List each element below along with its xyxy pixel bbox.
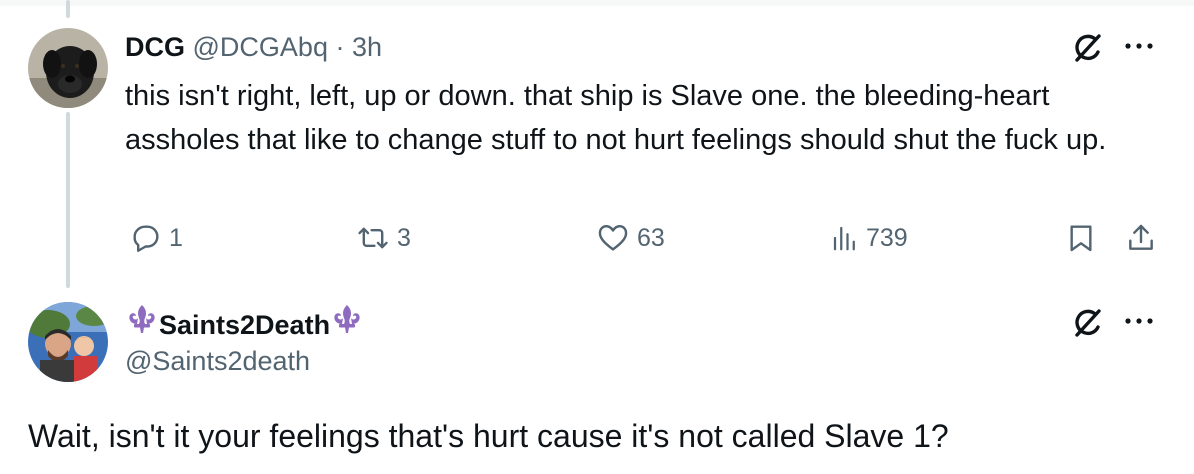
bookmark-button[interactable] [1065,216,1097,260]
repost-count: 3 [397,223,411,252]
avatar[interactable] [28,302,108,382]
tweet-text: this isn't right, left, up or down. that… [125,80,1107,156]
display-name[interactable]: Saints2Death [159,305,330,345]
fleur-de-lis-icon [330,302,364,347]
grok-icon[interactable] [1070,30,1106,71]
user-handle[interactable]: @DCGAbq [193,32,328,62]
like-button[interactable]: 63 [595,216,665,260]
user-handle[interactable]: @Saints2death [125,342,310,380]
views-icon [833,226,855,251]
fleur-de-lis-icon [125,302,159,347]
tweet-text: Wait, isn't it your feelings that's hurt… [28,418,949,454]
tweet-header: DCG @DCGAbq · 3h [125,30,382,64]
grok-icon[interactable] [1070,305,1106,346]
thread-line-top [66,0,70,18]
reply-count: 1 [169,223,183,252]
thread-line [66,112,70,288]
top-divider [0,0,1194,6]
more-options-icon[interactable] [1122,311,1156,336]
tweet-actions: 1 3 63 739 [125,216,1165,260]
avatar[interactable] [28,28,108,108]
display-name-row: Saints2Death [125,302,364,347]
share-icon [1129,224,1153,250]
share-button[interactable] [1125,216,1157,260]
views-count: 739 [866,223,908,252]
like-count: 63 [637,223,665,252]
reply-button[interactable]: 1 [129,216,183,260]
reply-icon [133,225,159,252]
timestamp[interactable]: 3h [352,32,382,62]
separator: · [335,32,345,62]
repost-button[interactable]: 3 [355,216,411,260]
display-name[interactable]: DCG [125,32,185,62]
bookmark-icon [1070,225,1092,252]
heart-icon [598,225,628,251]
repost-icon [358,227,388,249]
views-button[interactable]: 739 [830,216,908,260]
more-options-icon[interactable] [1122,36,1156,61]
